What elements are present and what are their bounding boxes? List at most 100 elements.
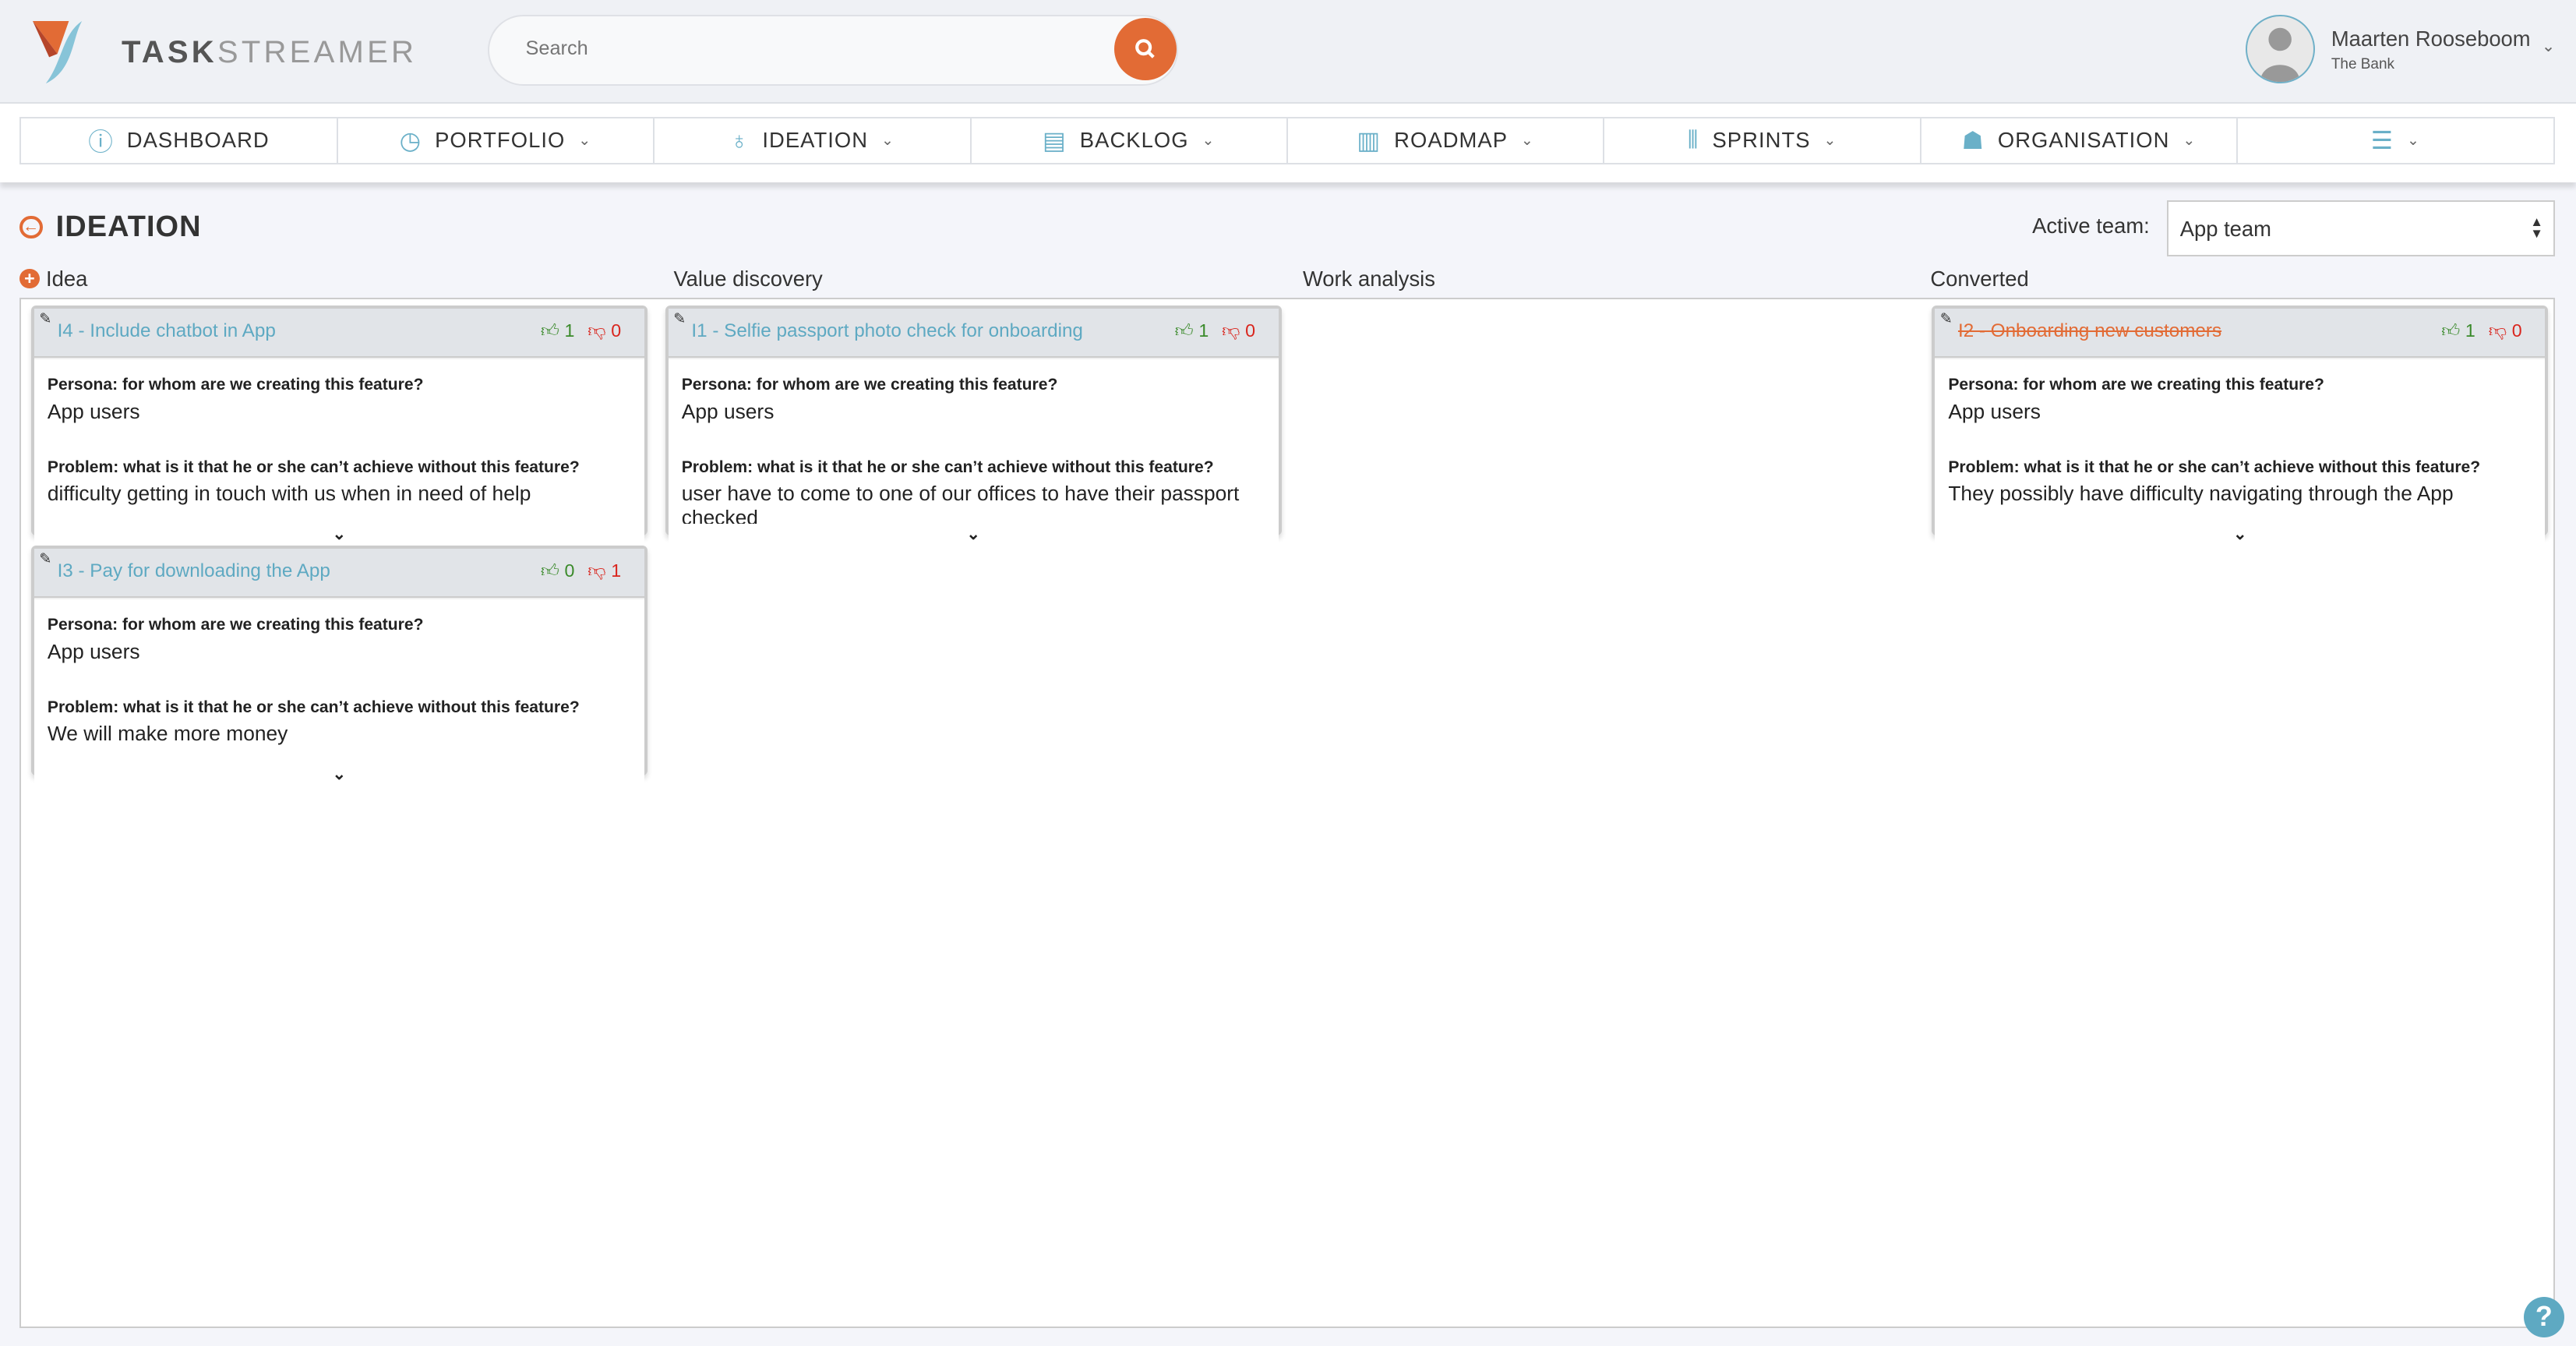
brand-name-bold: TASK [122,34,217,69]
upvote-button[interactable]: 👍︎ 1 [1175,320,1209,342]
expand-chevron-icon[interactable]: ⌄ [34,763,644,790]
chevron-down-icon: ⌄ [880,132,895,149]
nav-item-label: SPRINTS [1712,128,1811,153]
search-input[interactable] [522,36,1088,62]
help-icon[interactable]: ? [2523,1296,2565,1338]
upvote-button[interactable]: 👍︎ 1 [541,320,575,342]
user-silhouette-icon [2260,27,2300,83]
map-icon: ▥ [1357,125,1382,154]
add-idea-icon[interactable]: + [19,268,40,289]
card-title-link[interactable]: I3 - Pay for downloading the App [58,560,330,582]
problem-label: Problem: what is it that he or she can’t… [681,457,1214,476]
chevron-down-icon: ⌄ [2183,132,2197,149]
problem-value: They possibly have difficulty navigating… [1948,482,2454,506]
thumbs-up-icon: 👍︎ [1174,320,1194,341]
avatar[interactable] [2246,14,2315,84]
upvote-count: 0 [564,560,575,581]
nav-item-label: BACKLOG [1079,128,1189,153]
nav-item-label: IDEATION [762,128,869,153]
card-title-link[interactable]: I1 - Selfie passport photo check for onb… [691,320,1083,342]
nav-item-settings[interactable]: ☰ ⌄ [2238,118,2553,163]
upvote-count: 1 [2465,320,2475,341]
thumbs-down-icon: 👎︎ [1222,320,1240,341]
people-icon: ☗ [1961,125,1985,154]
persona-label: Persona: for whom are we creating this f… [47,616,424,634]
nav-item-backlog[interactable]: ▤ BACKLOG ⌄ [972,118,1288,163]
thumbs-down-icon: 👎︎ [588,320,606,341]
taskstreamer-logo[interactable]: TASKSTREAMER [33,21,418,84]
downvote-count: 0 [1245,320,1256,341]
problem-value: We will make more money [47,722,288,746]
pencil-edit-icon[interactable]: ✎ [673,310,686,328]
expand-chevron-icon[interactable]: ⌄ [668,524,1279,550]
persona-value: App users [47,639,140,663]
column-header-idea: + Idea [19,267,87,291]
upvote-button[interactable]: 👍︎ 1 [2441,320,2475,342]
search-icon [1134,39,1155,59]
active-team-label: Active team: [2032,214,2150,238]
thumbs-down-icon: 👎︎ [588,560,606,581]
nav-item-label: ORGANISATION [1997,128,2170,153]
nav-item-roadmap[interactable]: ▥ ROADMAP ⌄ [1288,118,1605,163]
logo-mark-icon [33,21,83,84]
page-title: IDEATION [55,210,202,243]
thumbs-up-icon: 👍︎ [540,320,560,341]
downvote-button[interactable]: 👎︎ 0 [1222,320,1255,342]
expand-chevron-icon[interactable]: ⌄ [1935,524,2546,550]
downvote-count: 0 [2511,320,2522,341]
downvote-button[interactable]: 👎︎ 0 [588,320,621,342]
persona-value: App users [681,399,775,423]
lightbulb-icon: ♁ [729,125,750,154]
problem-label: Problem: what is it that he or she can’t… [47,698,580,716]
chevron-down-icon[interactable]: ⌄ [2542,36,2556,56]
upvote-button[interactable]: 👍︎ 0 [541,560,575,582]
persona-value: App users [1948,399,2041,423]
downvote-button[interactable]: 👎︎ 1 [588,560,621,582]
card-title-link[interactable]: I2 - Onboarding new customers [1958,320,2221,342]
card-title-link[interactable]: I4 - Include chatbot in App [58,320,276,342]
upvote-count: 1 [564,320,575,341]
card-header: ✎ I4 - Include chatbot in App 👍︎ 1 👎︎ 0 [34,309,644,359]
user-organisation: The Bank [2331,55,2395,72]
card-header: ✎ I3 - Pay for downloading the App 👍︎ 0 … [34,548,644,599]
persona-label: Persona: for whom are we creating this f… [47,376,424,394]
user-name[interactable]: Maarten Rooseboom [2331,26,2531,51]
idea-card[interactable]: ✎ I1 - Selfie passport photo check for o… [665,306,1282,550]
active-team-select[interactable]: App team ▲ ▼ [2166,200,2555,256]
nav-item-portfolio[interactable]: ◷ PORTFOLIO ⌄ [338,118,655,163]
pencil-edit-icon[interactable]: ✎ [39,310,51,328]
persona-label: Persona: for whom are we creating this f… [681,376,1058,394]
search-bar [488,14,1178,86]
problem-label: Problem: what is it that he or she can’t… [47,457,580,476]
idea-card[interactable]: ✎ I2 - Onboarding new customers 👍︎ 1 👎︎ … [1932,306,2549,550]
nav-item-sprints[interactable]: ⦀ SPRINTS ⌄ [1604,118,1921,163]
page-header: ← IDEATION [19,210,201,244]
column-header-converted: Converted [1930,266,2029,291]
nav-item-dashboard[interactable]: ⓘ DASHBOARD [21,118,338,163]
pencil-edit-icon[interactable]: ✎ [1940,310,1953,328]
select-arrows-icon: ▲ ▼ [2530,214,2543,241]
downvote-count: 1 [611,560,622,581]
persona-value: App users [47,399,140,423]
nav-item-organisation[interactable]: ☗ ORGANISATION ⌄ [1921,118,2239,163]
card-body: Persona: for whom are we creating this f… [668,358,1279,550]
idea-card[interactable]: ✎ I3 - Pay for downloading the App 👍︎ 0 … [31,545,648,790]
nav-item-ideation[interactable]: ♁ IDEATION ⌄ [655,118,972,163]
thumbs-up-icon: 👍︎ [2441,320,2461,341]
problem-label: Problem: what is it that he or she can’t… [1948,457,2481,476]
chevron-down-icon: ⌄ [1202,132,1216,149]
chevron-down-icon: ⌄ [2407,132,2420,149]
column-title: Idea [46,266,88,291]
chevron-down-icon: ⌄ [578,132,592,149]
brand-name-light: STREAMER [217,34,418,69]
column-header-value-discovery: Value discovery [673,266,823,291]
downvote-button[interactable]: 👎︎ 0 [2489,320,2522,342]
sliders-icon: ☰ [2370,125,2394,154]
column-header-work-analysis: Work analysis [1302,266,1435,291]
idea-card[interactable]: ✎ I4 - Include chatbot in App 👍︎ 1 👎︎ 0 … [31,306,648,550]
pencil-edit-icon[interactable]: ✎ [39,550,51,568]
active-team-value: App team [2179,217,2271,242]
back-arrow-icon[interactable]: ← [19,215,43,239]
search-button[interactable] [1113,18,1177,81]
top-header: TASKSTREAMER Maarten Rooseboom The Bank … [0,0,2576,104]
